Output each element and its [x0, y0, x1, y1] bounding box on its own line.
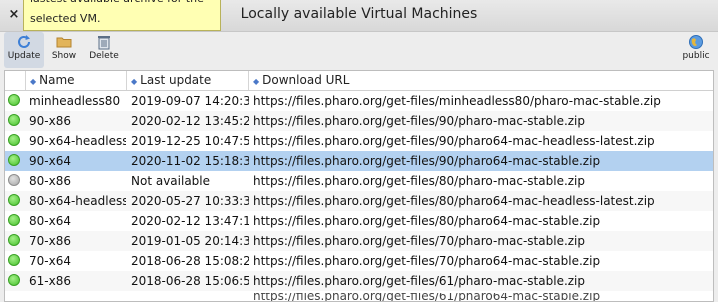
status-cell [7, 251, 21, 271]
vm-name-cell: 80-x86 [29, 174, 71, 188]
last-update-cell: 2019-01-05 20:14:39 [131, 234, 249, 248]
last-update-cell: 2018-06-28 15:06:55 [131, 274, 249, 288]
partial-row: https://files.pharo.org/get-files/61/pha… [253, 293, 601, 302]
vm-name-cell: 90-x86 [29, 114, 71, 128]
status-indicator-icon [8, 254, 20, 266]
show-button[interactable]: Show [46, 32, 82, 68]
status-cell [7, 151, 21, 171]
vm-name-cell: 70-x64 [29, 254, 71, 268]
update-label: Update [7, 51, 41, 61]
status-indicator-icon [8, 94, 20, 106]
column-header-last-update[interactable]: ◆ Last update [126, 71, 248, 90]
last-update-cell: 2020-02-12 13:45:26 [131, 114, 249, 128]
sort-icon: ◆ [30, 77, 37, 86]
public-label: public [682, 51, 710, 61]
download-url-cell: https://files.pharo.org/get-files/80/pha… [253, 174, 586, 188]
refresh-icon [18, 35, 30, 48]
last-update-cell: 2019-12-25 10:47:56 [131, 134, 249, 148]
table-row[interactable]: 80-x64-headless 2020-05-27 10:33:35 https:… [5, 191, 713, 211]
download-url-cell: https://files.pharo.org/get-files/minhea… [253, 94, 661, 108]
vm-name-cell: 80-x64-headless [29, 194, 126, 208]
table-row[interactable]: 80-x64 2020-02-12 13:47:14 https://files.p… [5, 211, 713, 231]
download-url-cell: https://files.pharo.org/get-files/80/pha… [253, 194, 655, 208]
tooltip-line: lastest available archive for the [30, 0, 214, 9]
folder-icon [56, 37, 72, 48]
status-cell [7, 131, 21, 151]
download-url-cell: https://files.pharo.org/get-files/90/pha… [253, 154, 601, 168]
status-indicator-icon [8, 134, 20, 146]
status-indicator-icon [8, 194, 20, 206]
download-url-cell: https://files.pharo.org/get-files/70/pha… [253, 254, 601, 268]
table-row[interactable]: minheadless80 2019-09-07 14:20:34 https://… [5, 91, 713, 111]
status-cell [7, 171, 21, 191]
vm-name-cell: minheadless80 [29, 94, 121, 108]
table-row[interactable]: 90-x86 2020-02-12 13:45:26 https://files.p… [5, 111, 713, 131]
download-url-cell: https://files.pharo.org/get-files/90/pha… [253, 134, 655, 148]
status-indicator-icon [8, 154, 20, 166]
table-row[interactable]: 70-x86 2019-01-05 20:14:39 https://files.p… [5, 231, 713, 251]
vm-name-cell: 80-x64 [29, 214, 71, 228]
show-label: Show [51, 51, 77, 61]
column-header-download-url[interactable]: ◆ Download URL [248, 71, 713, 90]
last-update-cell: 2018-06-28 15:08:20 [131, 254, 249, 268]
status-indicator-icon [8, 174, 20, 186]
status-indicator-icon [8, 274, 20, 286]
table-row[interactable]: 90-x64-headless 2019-12-25 10:47:56 https:… [5, 131, 713, 151]
column-header-name[interactable]: ◆ Name [25, 71, 126, 90]
trash-icon [98, 36, 110, 50]
table-row[interactable]: 80-x86 Not available https://files.pharo.o… [5, 171, 713, 191]
sort-icon: ◆ [253, 77, 260, 86]
last-update-cell: 2020-05-27 10:33:35 [131, 194, 249, 208]
status-indicator-icon [8, 114, 20, 126]
globe-icon [689, 35, 703, 49]
tooltip: lastest available archive for the select… [23, 0, 221, 31]
table-row[interactable]: 61-x86 2018-06-28 15:06:55 https://files.p… [5, 271, 713, 291]
table-header: ◆ Name ◆ Last update ◆ Download URL [5, 71, 713, 91]
status-cell [7, 191, 21, 211]
vm-name-cell: 90-x64 [29, 154, 71, 168]
delete-button[interactable]: Delete [84, 32, 124, 68]
vm-name-cell: 61-x86 [29, 274, 71, 288]
table-row[interactable]: 90-x64 2020-11-02 15:18:35 https://files.p… [5, 151, 713, 171]
status-cell [7, 211, 21, 231]
last-update-cell: 2020-11-02 15:18:35 [131, 154, 249, 168]
status-cell [7, 231, 21, 251]
sort-icon: ◆ [131, 77, 138, 86]
download-url-cell: https://files.pharo.org/get-files/90/pha… [253, 114, 586, 128]
status-indicator-icon [8, 234, 20, 246]
update-button[interactable]: Update [4, 32, 44, 68]
toolbar: Update Show Delete public [0, 32, 718, 68]
public-button[interactable]: public [676, 32, 716, 68]
table-row[interactable]: 70-x64 2018-06-28 15:08:20 https://files.p… [5, 251, 713, 271]
last-update-cell: 2019-09-07 14:20:34 [131, 94, 249, 108]
vm-name-cell: 90-x64-headless [29, 134, 126, 148]
delete-label: Delete [89, 51, 119, 61]
download-url-cell: https://files.pharo.org/get-files/70/pha… [253, 234, 586, 248]
tooltip-line: selected VM. [30, 12, 101, 25]
vm-table[interactable]: ◆ Name ◆ Last update ◆ Download URL minhead… [4, 70, 714, 302]
download-url-cell: https://files.pharo.org/get-files/61/pha… [253, 274, 586, 288]
last-update-cell: Not available [131, 174, 211, 188]
status-cell [7, 111, 21, 131]
vm-manager-window: × Locally available Virtual Machines Upd… [0, 0, 718, 302]
status-cell [7, 271, 21, 291]
last-update-cell: 2020-02-12 13:47:14 [131, 214, 249, 228]
status-cell [7, 91, 21, 111]
vm-name-cell: 70-x86 [29, 234, 71, 248]
status-indicator-icon [8, 214, 20, 226]
download-url-cell: https://files.pharo.org/get-files/80/pha… [253, 214, 601, 228]
